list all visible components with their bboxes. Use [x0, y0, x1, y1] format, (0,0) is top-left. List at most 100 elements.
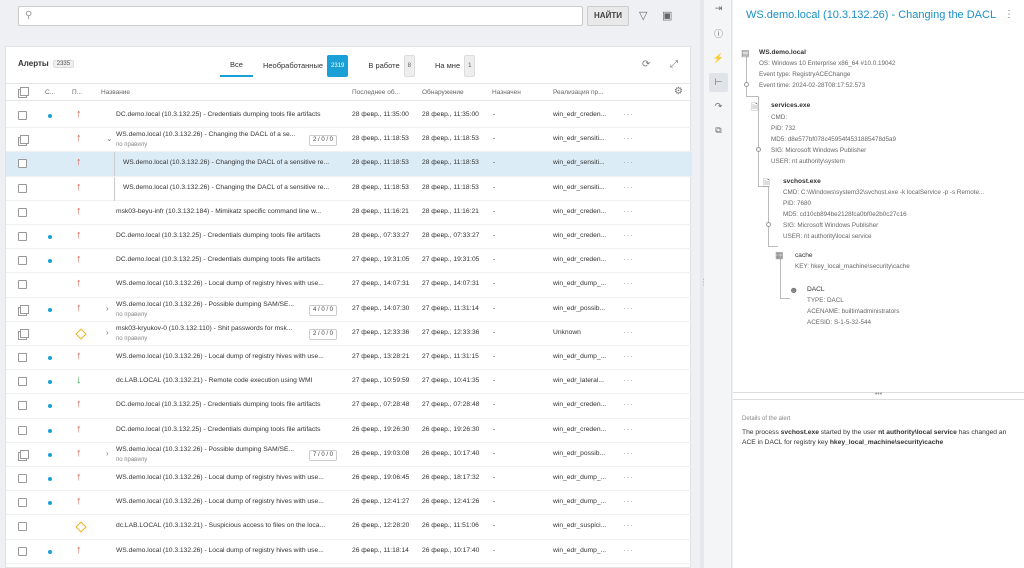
col-implementation[interactable]: Реализация пр...: [553, 89, 604, 96]
col-detection[interactable]: Обнаружение: [422, 89, 464, 96]
row-menu-icon[interactable]: ···: [623, 304, 634, 313]
group-checkbox[interactable]: [18, 135, 29, 147]
row-checkbox[interactable]: [18, 353, 27, 362]
tree-node[interactable]: [744, 82, 749, 87]
row-menu-icon[interactable]: ···: [623, 497, 634, 506]
alert-name[interactable]: WS.demo.local (10.3.132.26) - Local dump…: [116, 547, 341, 554]
group-checkbox[interactable]: [18, 328, 29, 340]
more-menu-icon[interactable]: ⋮: [1004, 9, 1014, 20]
alert-name[interactable]: dc.LAB.LOCAL (10.3.132.21) - Remote code…: [116, 377, 341, 384]
row-menu-icon[interactable]: ···: [623, 521, 634, 530]
row-checkbox[interactable]: [18, 232, 27, 241]
alert-name[interactable]: WS.demo.local (10.3.132.26) - Changing t…: [123, 184, 348, 191]
row-menu-icon[interactable]: ···: [623, 449, 634, 458]
alert-name[interactable]: WS.demo.local (10.3.132.26) - Possible d…: [116, 301, 301, 308]
table-row[interactable]: ↑ DC.demo.local (10.3.132.25) - Credentia…: [6, 249, 692, 274]
row-checkbox[interactable]: [18, 207, 27, 217]
table-row[interactable]: › msk03-kryukov-0 (10.3.132.110) - Shit p…: [6, 322, 692, 346]
table-row[interactable]: ↑ WS.demo.local (10.3.132.26) - Local dum…: [6, 467, 692, 492]
gear-icon[interactable]: ⚙: [674, 86, 683, 97]
table-row[interactable]: ↑ WS.demo.local (10.3.132.26) - Local dum…: [6, 540, 692, 564]
table-row[interactable]: ↑ › WS.demo.local (10.3.132.26) - Possible…: [6, 298, 692, 322]
table-row[interactable]: ↑ WS.demo.local (10.3.132.26) - Local dum…: [6, 491, 692, 516]
tree-node[interactable]: [756, 147, 761, 152]
alert-name[interactable]: WS.demo.local (10.3.132.26) - Local dump…: [116, 280, 341, 287]
tab-in-progress[interactable]: В работе 8: [358, 55, 425, 77]
row-menu-icon[interactable]: ···: [623, 255, 634, 264]
row-checkbox[interactable]: [18, 425, 27, 435]
alert-name[interactable]: WS.demo.local (10.3.132.26) - Local dump…: [116, 498, 341, 505]
row-menu-icon[interactable]: ···: [623, 546, 634, 555]
alert-name[interactable]: WS.demo.local (10.3.132.26) - Changing t…: [123, 159, 348, 166]
table-row[interactable]: dc.LAB.LOCAL (10.3.132.21) - Suspicious …: [6, 515, 692, 540]
export-icon[interactable]: ↷: [712, 100, 725, 113]
save-icon[interactable]: ▣: [662, 9, 672, 22]
table-row[interactable]: ↑ DC.demo.local (10.3.132.25) - Credentia…: [6, 225, 692, 250]
alert-name[interactable]: DC.demo.local (10.3.132.25) - Credential…: [116, 232, 341, 239]
table-row[interactable]: ↑ WS.demo.local (10.3.132.26) - Local dum…: [6, 346, 692, 371]
chevron-right-icon[interactable]: ›: [106, 304, 109, 313]
table-row[interactable]: ↑ › WS.demo.local (10.3.132.26) - Possible…: [6, 443, 692, 467]
row-menu-icon[interactable]: ···: [623, 352, 634, 361]
row-menu-icon[interactable]: ···: [623, 328, 634, 337]
row-checkbox[interactable]: [18, 498, 27, 508]
chevron-right-icon[interactable]: ›: [106, 328, 109, 337]
table-row[interactable]: ↑ DC.demo.local (10.3.132.25) - Credentia…: [6, 419, 692, 443]
row-menu-icon[interactable]: ···: [623, 473, 634, 482]
table-row[interactable]: ↑ msk03-beyu-infr (10.3.132.184) - Mimika…: [6, 201, 692, 225]
table-row[interactable]: ↑ WS.demo.local (10.3.132.26) - Changing …: [6, 152, 692, 177]
alert-name[interactable]: msk03-beyu-infr (10.3.132.184) - Mimikat…: [116, 208, 341, 215]
row-menu-icon[interactable]: ···: [623, 134, 634, 143]
table-row[interactable]: ↑ WS.demo.local (10.3.132.26) - Local dum…: [6, 273, 692, 298]
search-input[interactable]: ⚲: [18, 6, 583, 26]
alert-name[interactable]: WS.demo.local (10.3.132.26) - Local dump…: [116, 353, 341, 360]
table-row[interactable]: ↑ DC.demo.local (10.3.132.25) - Credentia…: [6, 104, 692, 129]
alert-name[interactable]: DC.demo.local (10.3.132.25) - Credential…: [116, 111, 341, 118]
tab-unprocessed[interactable]: Необработанные 2319: [253, 55, 358, 77]
refresh-icon[interactable]: ⟳: [642, 59, 650, 70]
group-checkbox[interactable]: [18, 304, 29, 316]
tab-all[interactable]: Все: [220, 55, 253, 77]
col-name[interactable]: Название: [101, 89, 130, 96]
table-row[interactable]: ↑ DC.demo.local (10.3.132.25) - Credentia…: [6, 394, 692, 419]
alert-name[interactable]: WS.demo.local (10.3.132.26) - Possible d…: [116, 446, 301, 453]
row-checkbox[interactable]: [18, 522, 27, 532]
col-priority[interactable]: П...: [72, 89, 82, 96]
row-menu-icon[interactable]: ···: [623, 231, 634, 240]
row-checkbox[interactable]: [18, 546, 27, 556]
alert-name[interactable]: msk03-kryukov-0 (10.3.132.110) - Shit pa…: [116, 325, 301, 332]
row-checkbox[interactable]: [18, 183, 27, 193]
group-checkbox[interactable]: [18, 449, 29, 461]
row-menu-icon[interactable]: ···: [623, 183, 634, 192]
fullscreen-icon[interactable]: ⤢: [670, 59, 678, 70]
alert-name[interactable]: WS.demo.local (10.3.132.26) - Changing t…: [116, 131, 301, 138]
row-menu-icon[interactable]: ···: [623, 425, 634, 434]
table-row[interactable]: ↑ ⌄ WS.demo.local (10.3.132.26) - Changing…: [6, 128, 692, 153]
collapse-panel-icon[interactable]: ⇥: [712, 2, 725, 15]
row-menu-icon[interactable]: ···: [623, 207, 634, 216]
row-menu-icon[interactable]: ···: [623, 110, 634, 119]
info-icon[interactable]: ⓘ: [712, 28, 725, 41]
col-last-seen[interactable]: Последнее об...: [352, 89, 400, 96]
row-menu-icon[interactable]: ···: [623, 400, 634, 409]
row-checkbox[interactable]: [18, 377, 27, 387]
chevron-right-icon[interactable]: ›: [106, 449, 109, 458]
col-assignee[interactable]: Назначен: [492, 89, 521, 96]
filter-icon[interactable]: ▽: [639, 9, 647, 22]
select-all-checkbox[interactable]: [18, 87, 29, 98]
col-status[interactable]: С...: [45, 89, 55, 96]
chevron-down-icon[interactable]: ⌄: [106, 134, 113, 143]
row-checkbox[interactable]: [18, 280, 27, 290]
row-checkbox[interactable]: [18, 256, 27, 266]
find-button[interactable]: НАЙТИ: [587, 6, 629, 26]
alert-name[interactable]: WS.demo.local (10.3.132.26) - Local dump…: [116, 474, 341, 481]
detail-resize-handle[interactable]: •••: [733, 391, 1024, 400]
alert-name[interactable]: dc.LAB.LOCAL (10.3.132.21) - Suspicious …: [116, 522, 341, 529]
process-tree-icon[interactable]: ⊢: [709, 73, 728, 92]
tree-node[interactable]: [766, 222, 771, 227]
table-row[interactable]: ↓ dc.LAB.LOCAL (10.3.132.21) - Remote cod…: [6, 370, 692, 395]
copy-icon[interactable]: ⧉: [712, 124, 725, 137]
row-menu-icon[interactable]: ···: [623, 376, 634, 385]
table-row[interactable]: ↑ WS.demo.local (10.3.132.26) - Changing …: [6, 176, 692, 201]
alert-name[interactable]: DC.demo.local (10.3.132.25) - Credential…: [116, 256, 341, 263]
